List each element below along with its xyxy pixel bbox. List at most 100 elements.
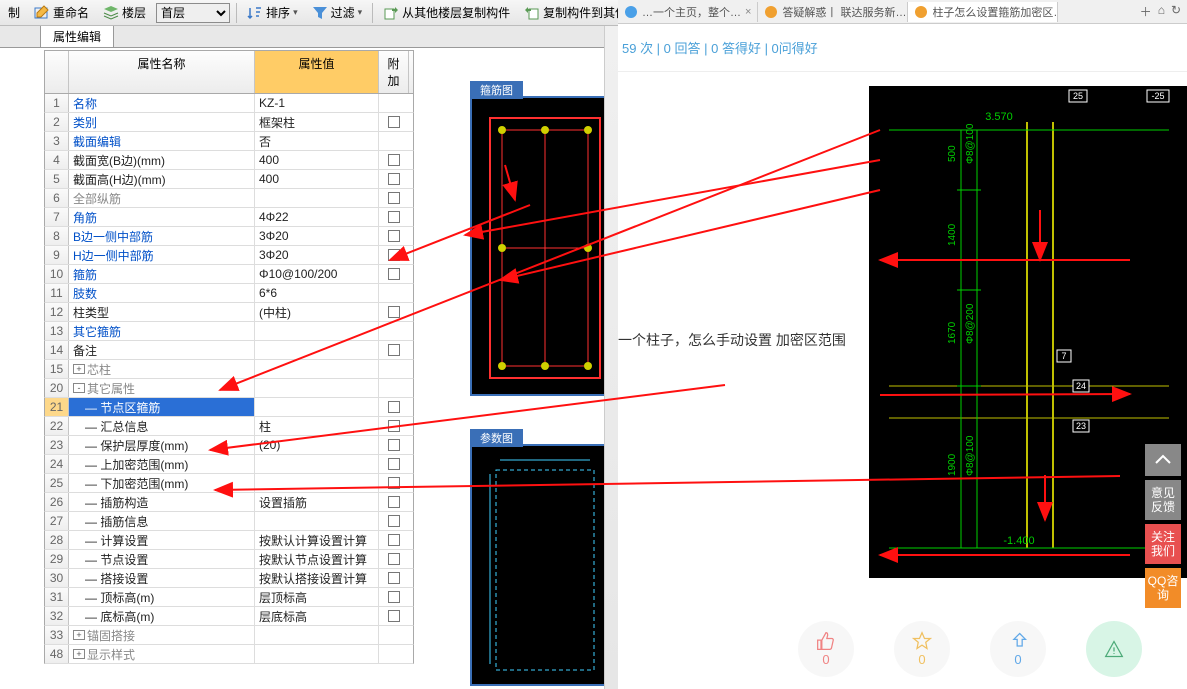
table-row[interactable]: 9H边一侧中部筋3Φ20 <box>44 246 414 265</box>
table-row[interactable]: 31 — 顶标高(m)层顶标高 <box>44 588 414 607</box>
checkbox[interactable] <box>388 572 400 584</box>
checkbox[interactable] <box>388 249 400 261</box>
browser-tab-1[interactable]: …一个主页，整个… × <box>618 2 758 22</box>
feedback-button[interactable]: 意见反馈 <box>1145 480 1181 520</box>
collapse-icon[interactable]: - <box>73 383 85 393</box>
row-value[interactable] <box>255 360 379 378</box>
row-value[interactable]: 3Φ20 <box>255 227 379 245</box>
row-value[interactable]: 层底标高 <box>255 607 379 625</box>
row-value[interactable] <box>255 512 379 530</box>
row-value[interactable] <box>255 322 379 340</box>
row-value[interactable]: 设置插筋 <box>255 493 379 511</box>
table-row[interactable]: 29 — 节点设置按默认节点设置计算 <box>44 550 414 569</box>
table-row[interactable]: 5截面高(H边)(mm)400 <box>44 170 414 189</box>
checkbox[interactable] <box>388 344 400 356</box>
table-row[interactable]: 21 — 节点区箍筋 <box>44 398 414 417</box>
row-value[interactable]: 柱 <box>255 417 379 435</box>
copy-button[interactable]: 制 <box>4 2 24 23</box>
checkbox[interactable] <box>388 477 400 489</box>
sort-button[interactable]: 排序 ▾ <box>243 2 302 23</box>
copy-from-floor-button[interactable]: 从其他楼层复制构件 <box>379 2 514 23</box>
row-value[interactable]: (20) <box>255 436 379 454</box>
checkbox[interactable] <box>388 591 400 603</box>
row-value[interactable]: 框架柱 <box>255 113 379 131</box>
filter-button[interactable]: 过滤 ▾ <box>308 2 367 23</box>
table-row[interactable]: 13其它箍筋 <box>44 322 414 341</box>
table-row[interactable]: 33+锚固搭接 <box>44 626 414 645</box>
table-row[interactable]: 32 — 底标高(m)层底标高 <box>44 607 414 626</box>
row-value[interactable]: 400 <box>255 151 379 169</box>
table-row[interactable]: 48+显示样式 <box>44 645 414 664</box>
table-row[interactable]: 7角筋4Φ22 <box>44 208 414 227</box>
checkbox[interactable] <box>388 306 400 318</box>
expand-icon[interactable]: + <box>73 630 85 640</box>
checkbox[interactable] <box>388 154 400 166</box>
checkbox[interactable] <box>388 401 400 413</box>
row-value[interactable] <box>255 189 379 207</box>
checkbox[interactable] <box>388 439 400 451</box>
row-value[interactable]: KZ-1 <box>255 94 379 112</box>
row-value[interactable]: 6*6 <box>255 284 379 302</box>
row-value[interactable] <box>255 626 379 644</box>
table-row[interactable]: 27 — 插筋信息 <box>44 512 414 531</box>
expand-icon[interactable]: + <box>73 364 85 374</box>
floor-select[interactable]: 首层 <box>156 3 230 23</box>
checkbox[interactable] <box>388 116 400 128</box>
row-value[interactable] <box>255 379 379 397</box>
row-value[interactable] <box>255 645 379 663</box>
back-to-top[interactable] <box>1145 444 1181 476</box>
row-value[interactable]: 3Φ20 <box>255 246 379 264</box>
rename-button[interactable]: 重命名 <box>30 2 93 23</box>
table-row[interactable]: 8B边一侧中部筋3Φ20 <box>44 227 414 246</box>
checkbox[interactable] <box>388 610 400 622</box>
table-row[interactable]: 14备注 <box>44 341 414 360</box>
checkbox[interactable] <box>388 534 400 546</box>
table-row[interactable]: 2类别框架柱 <box>44 113 414 132</box>
home-button[interactable]: ⌂ <box>1158 3 1165 20</box>
checkbox[interactable] <box>388 420 400 432</box>
row-value[interactable]: 层顶标高 <box>255 588 379 606</box>
row-value[interactable]: (中柱) <box>255 303 379 321</box>
table-row[interactable]: 20-其它属性 <box>44 379 414 398</box>
table-row[interactable]: 22 — 汇总信息柱 <box>44 417 414 436</box>
checkbox[interactable] <box>388 192 400 204</box>
table-row[interactable]: 28 — 计算设置按默认计算设置计算 <box>44 531 414 550</box>
table-row[interactable]: 3截面编辑否 <box>44 132 414 151</box>
table-row[interactable]: 15+芯柱 <box>44 360 414 379</box>
checkbox[interactable] <box>388 211 400 223</box>
row-value[interactable]: 按默认节点设置计算 <box>255 550 379 568</box>
row-value[interactable] <box>255 398 379 416</box>
table-row[interactable]: 26 — 插筋构造设置插筋 <box>44 493 414 512</box>
row-value[interactable]: 按默认搭接设置计算 <box>255 569 379 587</box>
qq-button[interactable]: QQ咨询 <box>1145 568 1181 608</box>
report-button[interactable] <box>1086 621 1142 677</box>
checkbox[interactable] <box>388 515 400 527</box>
property-edit-tab[interactable]: 属性编辑 <box>40 26 114 47</box>
table-row[interactable]: 30 — 搭接设置按默认搭接设置计算 <box>44 569 414 588</box>
new-tab-button[interactable]: ＋ <box>1140 3 1152 20</box>
table-row[interactable]: 10箍筋Φ10@100/200 <box>44 265 414 284</box>
row-value[interactable]: 否 <box>255 132 379 150</box>
row-value[interactable] <box>255 474 379 492</box>
star-button[interactable]: 0 <box>894 621 950 677</box>
row-value[interactable]: 按默认计算设置计算 <box>255 531 379 549</box>
row-value[interactable] <box>255 455 379 473</box>
table-row[interactable]: 6全部纵筋 <box>44 189 414 208</box>
checkbox[interactable] <box>388 496 400 508</box>
row-value[interactable]: 4Φ22 <box>255 208 379 226</box>
table-row[interactable]: 23 — 保护层厚度(mm)(20) <box>44 436 414 455</box>
table-row[interactable]: 4截面宽(B边)(mm)400 <box>44 151 414 170</box>
checkbox[interactable] <box>388 458 400 470</box>
checkbox[interactable] <box>388 268 400 280</box>
table-row[interactable]: 12柱类型(中柱) <box>44 303 414 322</box>
browser-tab-2[interactable]: 答疑解惑丨 联达服务新… × <box>758 2 908 22</box>
table-row[interactable]: 24 — 上加密范围(mm) <box>44 455 414 474</box>
row-value[interactable]: Φ10@100/200 <box>255 265 379 283</box>
browser-tab-3[interactable]: 柱子怎么设置箍筋加密区… × <box>908 2 1058 22</box>
refresh-button[interactable]: ↻ <box>1171 3 1181 20</box>
table-row[interactable]: 11肢数6*6 <box>44 284 414 303</box>
row-value[interactable]: 400 <box>255 170 379 188</box>
close-icon[interactable]: × <box>745 6 751 18</box>
checkbox[interactable] <box>388 173 400 185</box>
table-row[interactable]: 1名称KZ-1 <box>44 94 414 113</box>
